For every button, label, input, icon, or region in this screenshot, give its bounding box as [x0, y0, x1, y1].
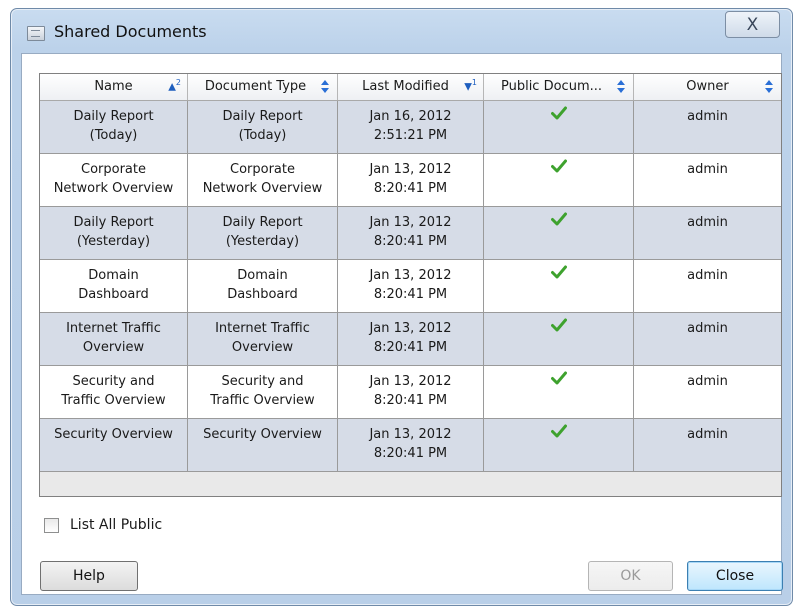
cell-owner: admin [687, 321, 728, 336]
cell-document-type: Domain Dashboard [188, 260, 338, 312]
checkmark-icon [550, 424, 567, 442]
cell-last-modified: Jan 13, 2012 8:20:41 PM [338, 207, 484, 259]
cell-public-document [484, 154, 634, 206]
column-header-public-document[interactable]: Public Docum... [484, 74, 634, 100]
cell-public-document [484, 207, 634, 259]
cell-owner: admin [687, 162, 728, 177]
cell-owner: admin [687, 374, 728, 389]
checkmark-icon [550, 371, 567, 389]
cell-last-modified: Jan 13, 2012 8:20:41 PM [338, 313, 484, 365]
table-row[interactable]: Daily Report (Today) Daily Report (Today)… [40, 101, 781, 154]
cell-name: Internet Traffic Overview [40, 313, 188, 365]
table-row[interactable]: Internet Traffic Overview Internet Traffi… [40, 313, 781, 366]
close-button[interactable]: Close [687, 561, 783, 591]
help-button[interactable]: Help [40, 561, 138, 591]
sortable-icon [765, 80, 774, 94]
cell-name: Domain Dashboard [40, 260, 188, 312]
cell-public-document [484, 366, 634, 418]
cell-name: Security and Traffic Overview [40, 366, 188, 418]
document-icon [27, 26, 45, 41]
sort-ascending-icon: ▲2 [168, 78, 181, 93]
column-header-last-modified[interactable]: Last Modified ▼1 [338, 74, 484, 100]
cell-owner: admin [687, 268, 728, 283]
sort-descending-icon: ▼1 [464, 78, 477, 93]
cell-document-type: Daily Report (Today) [188, 101, 338, 153]
cell-name: Security Overview [40, 419, 188, 471]
cell-last-modified: Jan 13, 2012 8:20:41 PM [338, 366, 484, 418]
table-row[interactable]: Security and Traffic Overview Security an… [40, 366, 781, 419]
list-all-public-label[interactable]: List All Public [70, 517, 162, 533]
column-header-document-type[interactable]: Document Type [188, 74, 338, 100]
ok-button[interactable]: OK [588, 561, 673, 591]
cell-public-document [484, 419, 634, 471]
cell-document-type: Security and Traffic Overview [188, 366, 338, 418]
window-title: Shared Documents [54, 22, 207, 41]
cell-owner: admin [687, 427, 728, 442]
checkmark-icon [550, 106, 567, 124]
cell-last-modified: Jan 13, 2012 8:20:41 PM [338, 260, 484, 312]
cell-name: Daily Report (Yesterday) [40, 207, 188, 259]
documents-table: Name ▲2 Document Type Last Modified ▼1 P… [39, 73, 782, 497]
shared-documents-dialog: Shared Documents X Name ▲2 Document Type… [10, 8, 793, 606]
cell-name: Corporate Network Overview [40, 154, 188, 206]
table-row[interactable]: Corporate Network Overview Corporate Netw… [40, 154, 781, 207]
column-header-owner[interactable]: Owner [634, 74, 781, 100]
checkmark-icon [550, 318, 567, 336]
list-all-public-checkbox[interactable] [44, 518, 59, 533]
sortable-icon [321, 80, 330, 94]
dialog-content: Name ▲2 Document Type Last Modified ▼1 P… [21, 53, 783, 595]
table-row[interactable]: Daily Report (Yesterday) Daily Report (Ye… [40, 207, 781, 260]
window-close-button[interactable]: X [725, 11, 780, 38]
cell-name: Daily Report (Today) [40, 101, 188, 153]
cell-public-document [484, 101, 634, 153]
cell-last-modified: Jan 13, 2012 8:20:41 PM [338, 419, 484, 471]
checkmark-icon [550, 159, 567, 177]
title-bar[interactable]: Shared Documents X [11, 9, 792, 53]
table-row[interactable]: Security Overview Security Overview Jan 13… [40, 419, 781, 472]
cell-document-type: Daily Report (Yesterday) [188, 207, 338, 259]
sortable-icon [617, 80, 626, 94]
table-body: Daily Report (Today) Daily Report (Today)… [40, 101, 781, 472]
cell-owner: admin [687, 215, 728, 230]
table-header: Name ▲2 Document Type Last Modified ▼1 P… [40, 74, 781, 101]
cell-document-type: Security Overview [188, 419, 338, 471]
cell-owner: admin [687, 109, 728, 124]
cell-document-type: Corporate Network Overview [188, 154, 338, 206]
cell-last-modified: Jan 13, 2012 8:20:41 PM [338, 154, 484, 206]
cell-last-modified: Jan 16, 2012 2:51:21 PM [338, 101, 484, 153]
cell-public-document [484, 313, 634, 365]
cell-document-type: Internet Traffic Overview [188, 313, 338, 365]
cell-public-document [484, 260, 634, 312]
checkmark-icon [550, 212, 567, 230]
table-row[interactable]: Domain Dashboard Domain Dashboard Jan 13, … [40, 260, 781, 313]
column-header-name[interactable]: Name ▲2 [40, 74, 188, 100]
checkmark-icon [550, 265, 567, 283]
